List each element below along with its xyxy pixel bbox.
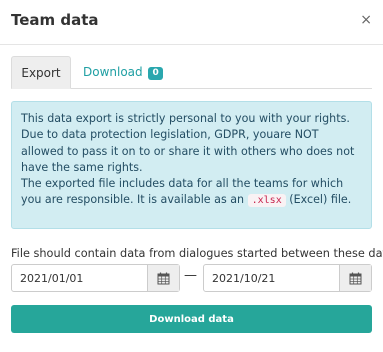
date-range-label: File should contain data from dialogues … [11, 247, 383, 260]
tab-bar: Export Download 0 [11, 56, 372, 89]
date-from-input[interactable] [12, 265, 147, 291]
calendar-icon[interactable] [339, 265, 371, 291]
tab-download-label: Download [83, 65, 143, 79]
tab-export-label: Export [21, 66, 61, 80]
info-alert: This data export is strictly personal to… [11, 101, 372, 229]
dialog-header: Team data × [0, 0, 383, 45]
date-range-separator: — [184, 268, 197, 283]
close-icon[interactable]: × [360, 12, 372, 28]
download-data-button[interactable]: Download data [11, 305, 372, 333]
info-text-file-type: (Excel) file. [289, 193, 352, 207]
dialog-title: Team data [11, 11, 99, 29]
file-extension-code: .xlsx [247, 194, 286, 208]
tab-export[interactable]: Export [11, 56, 71, 89]
date-from-group [11, 264, 180, 292]
download-count-badge: 0 [148, 67, 163, 80]
info-text-privacy: This data export is strictly personal to… [21, 112, 355, 174]
date-to-input[interactable] [204, 265, 339, 291]
date-to-group [203, 264, 372, 292]
calendar-icon[interactable] [147, 265, 179, 291]
tab-download[interactable]: Download 0 [83, 56, 163, 88]
